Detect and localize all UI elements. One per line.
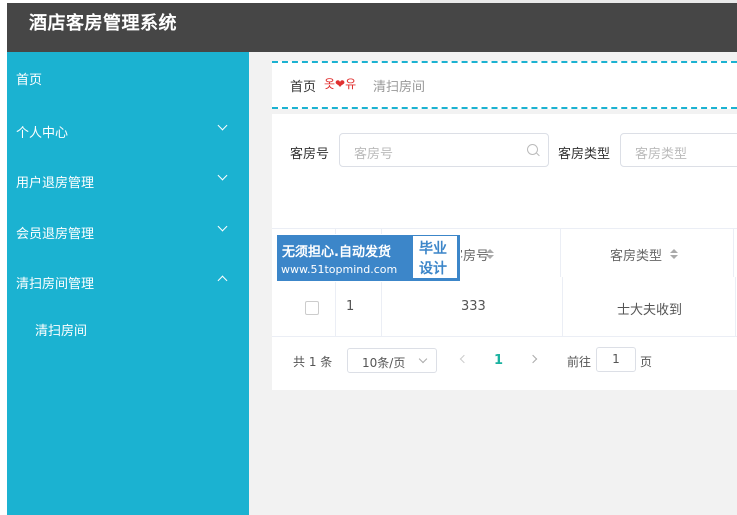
- watermark-line1: 无须担心.自动发货: [282, 245, 391, 260]
- sidebar: 首页 个人中心 用户退房管理 会员退房管理 清扫房间管理 清扫房间: [7, 52, 249, 515]
- sidebar-item-profile[interactable]: 个人中心: [16, 122, 68, 141]
- breadcrumb: 首页 옷❤유 清扫房间: [272, 61, 737, 109]
- breadcrumb-home[interactable]: 首页: [290, 76, 316, 95]
- watermark-line2: www.51topmind.com: [281, 263, 398, 276]
- goto-page-input[interactable]: 1: [596, 347, 636, 372]
- chevron-down-icon: [418, 354, 428, 364]
- row-checkbox[interactable]: [305, 301, 319, 315]
- room-no-input[interactable]: 客房号: [339, 133, 549, 167]
- watermark: 无须担心.自动发货 www.51topmind.com 毕业 设计: [276, 234, 461, 282]
- sidebar-item-cleaning-management[interactable]: 清扫房间管理: [16, 273, 94, 292]
- app-title: 酒店客房管理系统: [29, 13, 177, 34]
- breadcrumb-current: 清扫房间: [373, 80, 426, 95]
- pagination-total: 共 1 条: [293, 355, 333, 369]
- row-index: 1: [346, 299, 355, 314]
- chevron-down-icon[interactable]: [219, 122, 226, 129]
- current-page[interactable]: 1: [494, 353, 503, 368]
- page-suffix: 页: [640, 355, 653, 369]
- search-icon: [527, 144, 538, 155]
- column-divider: [381, 277, 382, 336]
- row-room-no: 333: [461, 299, 486, 314]
- chevron-up-icon[interactable]: [219, 277, 226, 284]
- sidebar-item-member-checkout[interactable]: 会员退房管理: [16, 223, 94, 242]
- column-divider: [560, 229, 561, 278]
- chevron-down-icon[interactable]: [219, 223, 226, 230]
- breadcrumb-separator: 옷❤유: [324, 77, 357, 91]
- room-no-placeholder: 客房号: [354, 147, 394, 162]
- row-room-type: 士大夫收到: [617, 303, 683, 318]
- goto-label: 前往: [567, 355, 592, 369]
- column-divider: [735, 277, 736, 336]
- page-size-value: 10条/页: [362, 356, 406, 370]
- watermark-badge-line2: 设计: [419, 261, 447, 277]
- watermark-badge-line1: 毕业: [419, 241, 447, 257]
- chevron-down-icon[interactable]: [219, 172, 226, 179]
- sidebar-item-home[interactable]: 首页: [16, 69, 42, 88]
- room-no-label: 客房号: [290, 147, 330, 162]
- sidebar-item-cleaning-rooms[interactable]: 清扫房间: [35, 320, 87, 339]
- room-type-input[interactable]: 客房类型: [620, 133, 737, 167]
- column-divider: [562, 277, 563, 336]
- room-type-placeholder: 客房类型: [635, 147, 688, 162]
- table-row[interactable]: 1 333 士大夫收到: [272, 277, 737, 337]
- header-room-type[interactable]: 客房类型: [610, 245, 662, 264]
- top-bar: 酒店客房管理系统: [7, 3, 737, 52]
- page-size-select[interactable]: 10条/页: [347, 348, 437, 373]
- column-divider: [335, 277, 336, 336]
- room-type-label: 客房类型: [558, 147, 611, 162]
- column-divider: [733, 229, 734, 278]
- goto-page-value: 1: [612, 352, 620, 366]
- sidebar-item-user-checkout[interactable]: 用户退房管理: [16, 172, 94, 191]
- watermark-badge: 毕业 设计: [413, 236, 457, 278]
